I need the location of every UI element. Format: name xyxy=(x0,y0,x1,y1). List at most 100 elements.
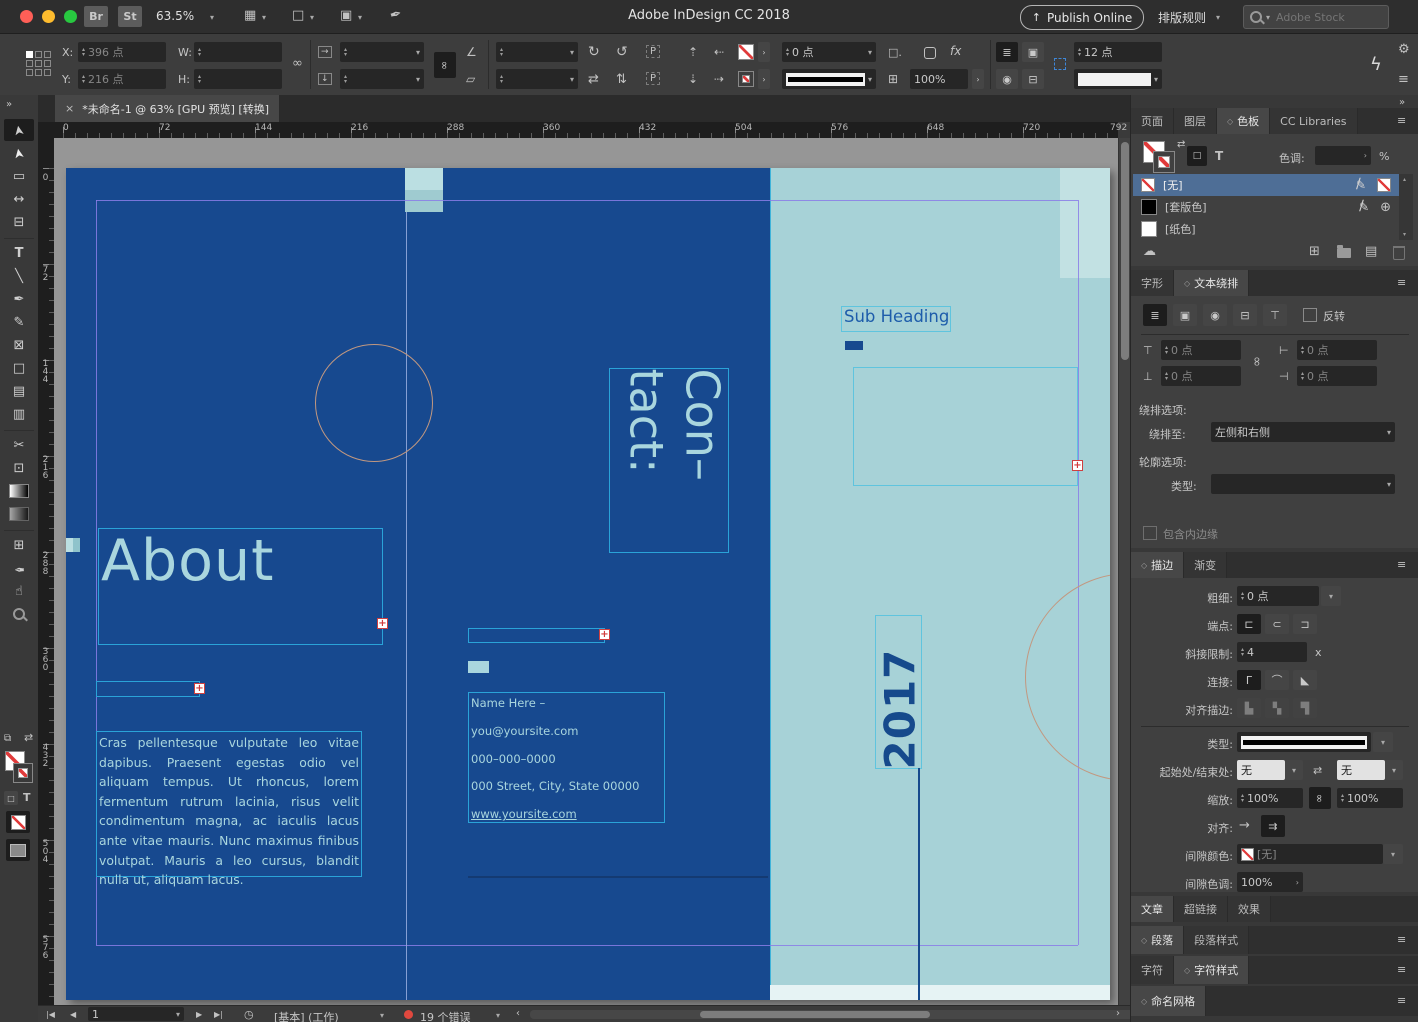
small-top-rect-1[interactable] xyxy=(405,168,443,190)
horizontal-grid-tool[interactable]: ▤ xyxy=(4,380,34,402)
rotation-field[interactable]: ▴▾▾ xyxy=(496,42,578,62)
direct-selection-tool[interactable]: ➤ xyxy=(4,142,34,164)
round-cap-button[interactable]: ⊂ xyxy=(1265,614,1289,634)
stroke-style-field[interactable]: ▾ xyxy=(782,69,876,89)
wrap-none-button[interactable]: ≣ xyxy=(996,42,1018,62)
stock-search-input[interactable] xyxy=(1274,10,1364,25)
start-select[interactable]: 无 xyxy=(1237,760,1285,780)
character-menu-icon[interactable]: ≡ xyxy=(1397,963,1406,976)
apply-none-button[interactable] xyxy=(6,811,30,833)
horizontal-ruler[interactable]: 072144216288360432504576648720792 xyxy=(54,122,1118,138)
opacity-field[interactable]: 100% xyxy=(910,69,968,89)
fill-expander-button[interactable]: › xyxy=(758,42,770,62)
body-text-frame[interactable]: Cras pellentesque vulputate leo vitae da… xyxy=(96,731,362,877)
horizontal-scrollbar[interactable] xyxy=(530,1010,1142,1019)
stroke-menu-icon[interactable]: ≡ xyxy=(1397,558,1406,571)
swatches-menu-icon[interactable]: ≡ xyxy=(1397,114,1406,127)
tab-layers[interactable]: 图层 xyxy=(1174,108,1217,134)
flip-vertical-icon[interactable]: ⇅ xyxy=(616,72,627,87)
scroll-left-icon[interactable]: ‹ xyxy=(516,1008,520,1019)
stock-button[interactable]: St xyxy=(118,6,142,27)
circle-shape-left[interactable] xyxy=(315,344,433,462)
tab-character-styles[interactable]: ◇字符样式 xyxy=(1174,956,1249,984)
vertical-ruler[interactable]: 072144216288360432504576 xyxy=(38,138,54,1005)
preflight-profile-chevron-icon[interactable]: ▾ xyxy=(380,1011,384,1020)
pencil-tool[interactable]: ✎ xyxy=(4,311,34,333)
vertical-scrollbar-thumb[interactable] xyxy=(1121,142,1129,360)
feather-icon[interactable]: ✒ xyxy=(388,6,403,24)
view-options-icon[interactable]: ▦ xyxy=(244,8,256,23)
tab-stroke[interactable]: ◇描边 xyxy=(1131,552,1184,578)
gap-color-dropdown-button[interactable]: ▾ xyxy=(1383,844,1403,864)
invert-checkbox[interactable] xyxy=(1303,308,1317,322)
toolbar-collapse-icon[interactable]: » xyxy=(6,99,12,110)
page-number-field[interactable]: 1▾ xyxy=(88,1007,184,1021)
rotate-cw-icon[interactable]: ↻ xyxy=(588,44,600,60)
tab-story[interactable]: 文章 xyxy=(1131,896,1174,922)
note-tool[interactable]: ⊞ xyxy=(4,534,34,556)
selection-tool[interactable]: ➤ xyxy=(4,119,34,141)
scroll-right-icon[interactable]: › xyxy=(1116,1008,1120,1019)
publish-online-button[interactable]: ↑ Publish Online xyxy=(1020,5,1144,30)
bevel-join-button[interactable]: ◣ xyxy=(1293,670,1317,690)
select-next-icon[interactable]: ⇢ xyxy=(714,72,724,86)
zoom-level-value[interactable]: 63.5% xyxy=(156,9,194,23)
about-text-frame[interactable]: About xyxy=(98,528,383,645)
end-dropdown-button[interactable]: ▾ xyxy=(1385,760,1403,780)
stroke-weight-dropdown-button[interactable]: ▾ xyxy=(1321,586,1341,606)
page-tool[interactable]: ▭ xyxy=(4,165,34,187)
scale-end-field[interactable]: ▴▾100% xyxy=(1337,788,1403,808)
select-content-icon[interactable]: P xyxy=(646,72,660,85)
type-tool[interactable]: T xyxy=(4,242,34,264)
toolbar-stroke-swatch[interactable] xyxy=(13,763,33,783)
last-page-button[interactable]: ▶| xyxy=(214,1010,223,1019)
tab-swatches[interactable]: ◇色板 xyxy=(1217,108,1270,134)
wrap-none-mode-button[interactable]: ≣ xyxy=(1143,304,1167,326)
wrap-jump-object-mode-button[interactable]: ⊟ xyxy=(1233,304,1257,326)
traffic-close-button[interactable] xyxy=(20,10,33,23)
miter-limit-field[interactable]: ▴▾4 xyxy=(1237,642,1307,662)
rectangle-tool[interactable]: □ xyxy=(4,357,34,379)
stroke-swatch-none[interactable] xyxy=(738,71,754,87)
swatch-row-paper[interactable]: [纸色] xyxy=(1133,218,1399,240)
error-count[interactable]: 19 个错误 xyxy=(420,1009,471,1022)
offset-link-icon[interactable]: ∞ xyxy=(1249,356,1264,367)
stroke-type-select[interactable] xyxy=(1237,732,1371,752)
y-field[interactable]: ▴▾216 点 xyxy=(78,69,166,89)
apply-gradient-button[interactable] xyxy=(6,839,30,861)
year-rotated-frame[interactable]: 2017 xyxy=(875,615,922,769)
new-group-folder-icon[interactable] xyxy=(1337,248,1351,258)
document-tab[interactable]: × *未命名-1 @ 63% [GPU 预览] [转换] xyxy=(55,95,280,122)
select-parent-icon[interactable]: ⇡ xyxy=(688,45,698,59)
overflow-marker[interactable]: + xyxy=(599,629,610,640)
select-previous-icon[interactable]: ⇠ xyxy=(714,45,724,59)
traffic-zoom-button[interactable] xyxy=(64,10,77,23)
wrap-offset-field[interactable]: ▴▾12 点 xyxy=(1074,42,1162,62)
gap-color-select[interactable]: [无] xyxy=(1237,844,1383,864)
preflight-icon[interactable]: ◷ xyxy=(244,1008,254,1021)
tab-paragraph-styles[interactable]: 段落样式 xyxy=(1184,926,1249,954)
gpu-performance-icon[interactable]: ϟ xyxy=(1370,54,1382,75)
scissors-tool[interactable]: ✂ xyxy=(4,434,34,456)
small-top-rect-2[interactable] xyxy=(405,190,443,212)
shear-field[interactable]: ▴▾▾ xyxy=(496,69,578,89)
canvas[interactable]: About + + Cras pellentesque vulputate le… xyxy=(54,138,1118,1005)
gradient-feather-tool[interactable] xyxy=(4,503,34,525)
swatches-stroke-proxy[interactable] xyxy=(1153,151,1175,173)
tab-paragraph[interactable]: ◇段落 xyxy=(1131,926,1184,954)
include-inside-edges-checkbox[interactable] xyxy=(1143,526,1157,540)
tab-effects[interactable]: 效果 xyxy=(1228,896,1271,922)
tab-glyphs[interactable]: 字形 xyxy=(1131,270,1174,296)
select-child-icon[interactable]: ⇣ xyxy=(688,72,698,86)
align-inside-button[interactable]: ▚ xyxy=(1265,698,1289,718)
wrap-bounding-box-button[interactable]: ▣ xyxy=(1022,42,1044,62)
offset-bottom-field[interactable]: ▴▾0 点 xyxy=(1161,366,1241,386)
corner-options-icon[interactable]: □. xyxy=(888,46,902,59)
new-swatch-icon[interactable]: ▤ xyxy=(1365,244,1377,259)
tab-pages[interactable]: 页面 xyxy=(1131,108,1174,134)
contact-rotated-frame[interactable]: Con– tact: xyxy=(609,368,729,553)
align-outside-button[interactable]: ▜ xyxy=(1293,698,1317,718)
ruler-corner[interactable] xyxy=(38,122,55,139)
error-chevron-icon[interactable]: ▾ xyxy=(496,1011,500,1020)
view-options-chevron-icon[interactable]: ▾ xyxy=(262,13,266,22)
